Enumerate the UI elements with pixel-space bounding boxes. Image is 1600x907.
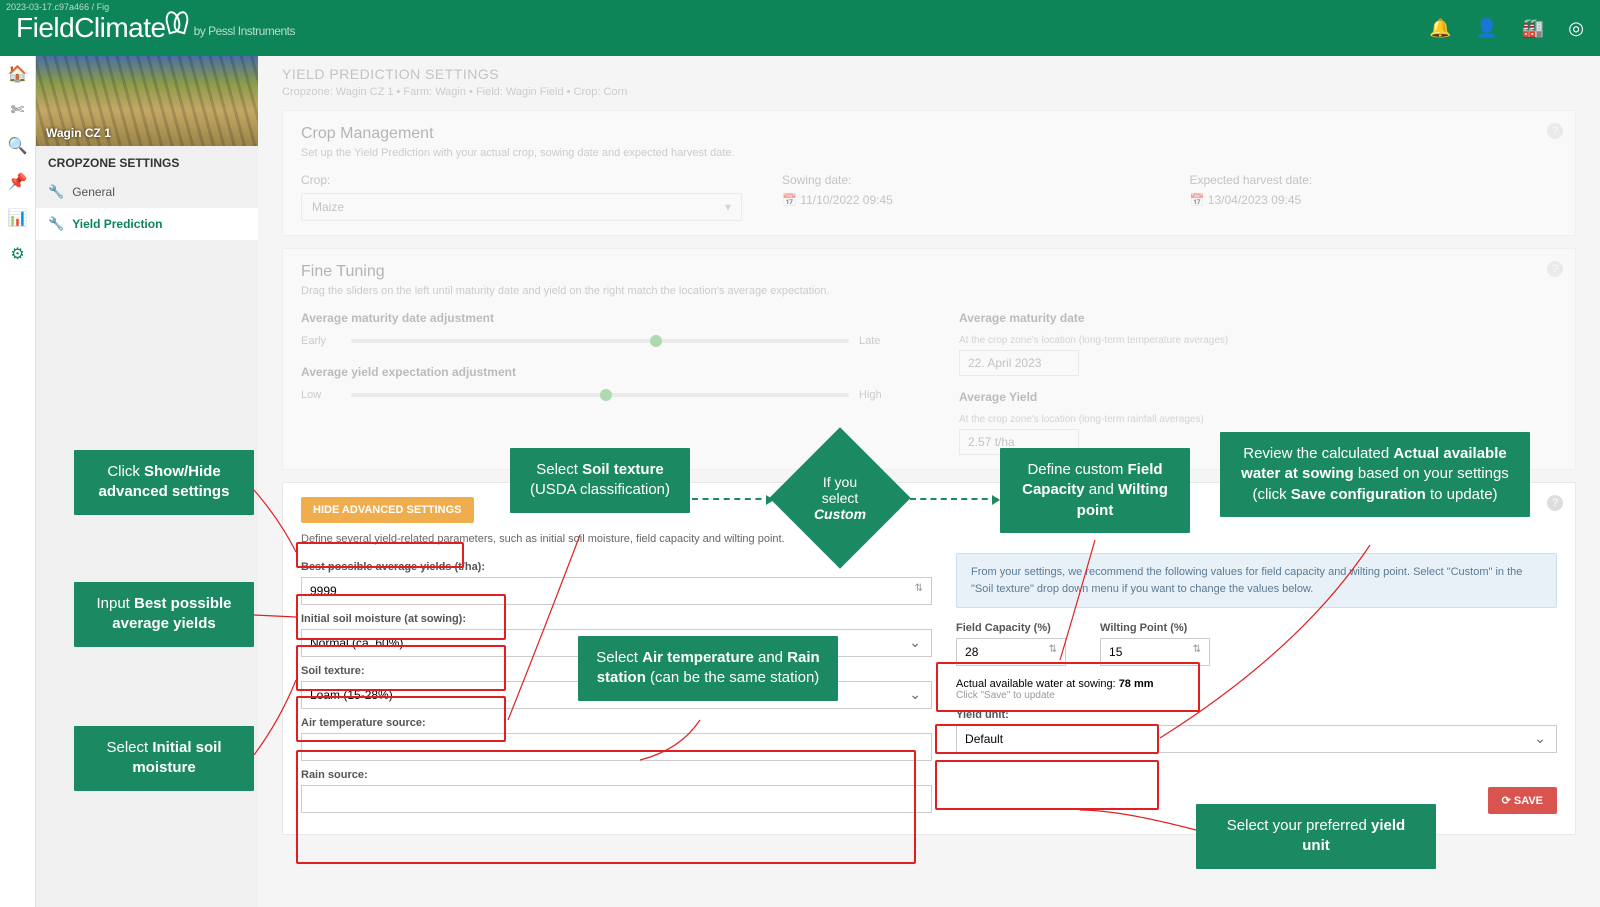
tools-icon[interactable]: ✄ bbox=[8, 100, 28, 120]
crop-management-card: ? Crop Management Set up the Yield Predi… bbox=[282, 110, 1576, 236]
rain-source-input[interactable] bbox=[301, 785, 932, 813]
crop-label: Crop: bbox=[301, 173, 742, 187]
slider-low: Low bbox=[301, 389, 341, 401]
ism-label: Initial soil moisture (at sowing): bbox=[301, 613, 932, 625]
field-capacity-label: Field Capacity (%) bbox=[956, 622, 1076, 634]
ann-aaw: Review the calculated Actual available w… bbox=[1220, 432, 1530, 517]
sowing-label: Sowing date: bbox=[782, 173, 1150, 187]
calendar-icon[interactable]: 📅 bbox=[1190, 193, 1205, 207]
air-temp-input[interactable] bbox=[301, 733, 932, 761]
breadcrumb: Cropzone: Wagin CZ 1 • Farm: Wagin • Fie… bbox=[282, 86, 1576, 98]
arrow-soil-to-diamond bbox=[692, 498, 772, 500]
wrench-icon: 🔧 bbox=[48, 216, 64, 232]
save-button[interactable]: SAVE bbox=[1488, 787, 1557, 814]
bpy-input[interactable]: 9999 bbox=[301, 577, 932, 605]
advanced-settings-card: ? HIDE ADVANCED SETTINGS Define several … bbox=[282, 482, 1576, 835]
topbar-actions: 🔔 👤 🏭 ◎ bbox=[1429, 18, 1584, 39]
brand-logo[interactable]: FieldClimate by Pessl Instruments bbox=[16, 12, 295, 44]
yield-slider[interactable] bbox=[351, 393, 849, 397]
avg-yield-label: Average Yield bbox=[959, 390, 1557, 404]
avg-maturity-hint: At the crop zone's location (long-term t… bbox=[959, 335, 1557, 346]
maturity-adj-label: Average maturity date adjustment bbox=[301, 311, 899, 325]
aaw-label: Actual available water at sowing: bbox=[956, 678, 1116, 690]
maturity-slider[interactable] bbox=[351, 339, 849, 343]
chart-icon[interactable]: 📊 bbox=[8, 208, 28, 228]
avg-maturity-label: Average maturity date bbox=[959, 311, 1557, 325]
ann-air-rain: Select Air temperature and Rain station … bbox=[578, 636, 838, 701]
ann-showhide: Click Show/Hide advanced settings bbox=[74, 450, 254, 515]
slider-knob[interactable] bbox=[600, 389, 612, 401]
yield-unit-select[interactable]: Default bbox=[956, 725, 1557, 753]
harvest-date[interactable]: 13/04/2023 09:45 bbox=[1208, 193, 1301, 207]
yield-unit-label: Yield unit: bbox=[956, 709, 1557, 721]
slider-high: High bbox=[859, 389, 899, 401]
wilting-point-input[interactable]: 15 bbox=[1100, 638, 1210, 666]
ann-bpy: Input Best possible average yields bbox=[74, 582, 254, 647]
wrench-icon: 🔧 bbox=[48, 184, 64, 200]
sidebar-item-label: Yield Prediction bbox=[72, 217, 162, 231]
home-icon[interactable]: 🏠 bbox=[8, 64, 28, 84]
ann-if-custom: If youselectCustom bbox=[770, 428, 910, 568]
aaw-value: 78 mm bbox=[1119, 678, 1154, 690]
search-icon[interactable]: 🔍 bbox=[8, 136, 28, 156]
top-bar: 2023-03-17.c97a466 / Fig FieldClimate by… bbox=[0, 0, 1600, 56]
user-icon[interactable]: 👤 bbox=[1475, 18, 1497, 39]
card-subtitle: Set up the Yield Prediction with your ac… bbox=[301, 147, 1557, 159]
icon-rail: 🏠 ✄ 🔍 📌 📊 ⚙ bbox=[0, 56, 36, 907]
help-icon[interactable]: ? bbox=[1547, 123, 1563, 139]
help-icon[interactable]: ? bbox=[1547, 495, 1563, 511]
factory-icon[interactable]: 🏭 bbox=[1522, 18, 1544, 39]
yield-adj-label: Average yield expectation adjustment bbox=[301, 365, 899, 379]
ann-yield-unit: Select your preferred yield unit bbox=[1196, 804, 1436, 869]
harvest-label: Expected harvest date: bbox=[1190, 173, 1558, 187]
sidebar-title: CROPZONE SETTINGS bbox=[36, 146, 258, 176]
arrow-diamond-to-fcwp bbox=[910, 498, 998, 500]
brand-byline: by Pessl Instruments bbox=[194, 24, 295, 38]
slider-knob[interactable] bbox=[650, 335, 662, 347]
avg-maturity-value: 22. April 2023 bbox=[959, 350, 1079, 376]
help-icon[interactable]: ? bbox=[1547, 261, 1563, 277]
hide-advanced-button[interactable]: HIDE ADVANCED SETTINGS bbox=[301, 497, 474, 523]
sowing-date[interactable]: 11/10/2022 09:45 bbox=[800, 193, 893, 207]
air-temp-label: Air temperature source: bbox=[301, 717, 932, 729]
card-heading: Crop Management bbox=[301, 125, 1557, 143]
calendar-icon[interactable]: 📅 bbox=[782, 193, 797, 207]
cropzone-image[interactable]: Wagin CZ 1 bbox=[36, 56, 258, 146]
wilting-point-label: Wilting Point (%) bbox=[1100, 622, 1220, 634]
sidebar-item-yield-prediction[interactable]: 🔧 Yield Prediction bbox=[36, 208, 258, 240]
slider-late: Late bbox=[859, 335, 899, 347]
sidebar-item-general[interactable]: 🔧 General bbox=[36, 176, 258, 208]
version-tag: 2023-03-17.c97a466 / Fig bbox=[6, 2, 109, 12]
avg-yield-hint: At the crop zone's location (long-term r… bbox=[959, 414, 1557, 425]
crop-select[interactable]: Maize bbox=[301, 193, 742, 221]
ann-ism: Select Initial soil moisture bbox=[74, 726, 254, 791]
ann-fc-wp: Define custom Field Capacity and Wilting… bbox=[1000, 448, 1190, 533]
bell-icon[interactable]: 🔔 bbox=[1429, 18, 1451, 39]
brand-name: FieldClimate bbox=[16, 12, 166, 44]
sidebar-item-label: General bbox=[72, 185, 115, 199]
card-heading: Fine Tuning bbox=[301, 263, 1557, 281]
advanced-description: Define several yield-related parameters,… bbox=[301, 533, 1557, 545]
ann-soil-texture: Select Soil texture (USDA classification… bbox=[510, 448, 690, 513]
aaw-row: Actual available water at sowing: 78 mm … bbox=[956, 678, 1557, 701]
target-icon[interactable]: ◎ bbox=[1568, 18, 1584, 39]
slider-early: Early bbox=[301, 335, 341, 347]
pin-icon[interactable]: 📌 bbox=[8, 172, 28, 192]
field-capacity-input[interactable]: 28 bbox=[956, 638, 1066, 666]
page-title: YIELD PREDICTION SETTINGS bbox=[282, 66, 1576, 82]
card-subtitle: Drag the sliders on the left until matur… bbox=[301, 285, 1557, 297]
aaw-hint: Click "Save" to update bbox=[956, 690, 1557, 701]
recommendation-info: From your settings, we recommend the fol… bbox=[956, 553, 1557, 608]
cropzone-name: Wagin CZ 1 bbox=[46, 126, 111, 140]
rain-source-label: Rain source: bbox=[301, 769, 932, 781]
gear-icon[interactable]: ⚙ bbox=[8, 244, 28, 264]
leaf-icon bbox=[166, 11, 188, 33]
